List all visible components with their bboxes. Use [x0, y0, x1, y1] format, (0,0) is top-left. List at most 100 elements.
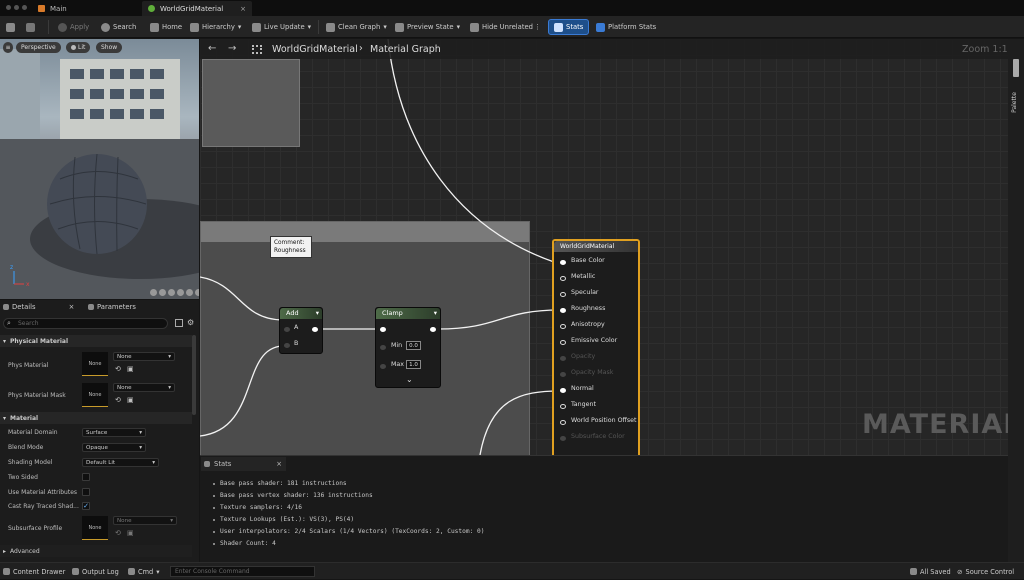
folder-icon[interactable]: ▣ — [127, 396, 134, 404]
clean-graph-button[interactable]: Clean Graph ▾ — [326, 16, 387, 38]
pin-a[interactable] — [284, 327, 290, 332]
min-value-input[interactable]: 0.0 — [406, 341, 421, 350]
cylinder-icon[interactable] — [159, 289, 166, 296]
result-pin-opacity[interactable] — [560, 356, 566, 361]
apply-button[interactable]: Apply — [58, 16, 89, 38]
result-pin-base-color[interactable] — [560, 260, 566, 265]
add-node[interactable]: Add ▾ A B — [279, 307, 323, 354]
result-node[interactable]: WorldGridMaterial Base Color Metallic Spec… — [552, 239, 640, 455]
plane-icon[interactable] — [168, 289, 175, 296]
folder-icon[interactable]: ▣ — [127, 529, 134, 537]
use-material-attributes-checkbox[interactable] — [82, 488, 90, 496]
gear-icon[interactable]: ⚙ — [187, 318, 194, 327]
result-pin-subsurface-color[interactable] — [560, 436, 566, 441]
mesh-icon[interactable] — [186, 289, 193, 296]
output-log-button[interactable]: Output Log — [72, 563, 119, 580]
max-value-input[interactable]: 1.0 — [406, 360, 421, 369]
breadcrumb-child[interactable]: Material Graph — [370, 44, 441, 55]
sphere-icon[interactable] — [150, 289, 157, 296]
subsurface-profile-thumbnail[interactable]: None — [82, 516, 108, 540]
home-button[interactable]: Home — [150, 16, 182, 38]
hierarchy-button[interactable]: Hierarchy ▾ — [190, 16, 241, 38]
search-button[interactable]: Search — [101, 16, 136, 38]
tab-main[interactable]: Main — [32, 1, 142, 16]
browse-icon[interactable] — [26, 16, 35, 38]
clamp-node[interactable]: Clamp ▾ Min 0.0 Max 1.0 ⌄ — [375, 307, 441, 388]
shading-model-dropdown[interactable]: Default Lit ▾ — [82, 458, 159, 467]
perspective-button[interactable]: Perspective — [16, 42, 61, 53]
browse-arrow-icon[interactable]: ⟲ — [115, 365, 121, 373]
folder-icon[interactable]: ▣ — [127, 365, 134, 373]
clamp-node-header[interactable]: Clamp ▾ — [376, 308, 440, 319]
palette-tab-indicator[interactable] — [1013, 59, 1019, 77]
preview-state-button[interactable]: Preview State ▾ — [395, 16, 460, 38]
result-pin-metallic[interactable] — [560, 276, 566, 281]
live-update-button[interactable]: Live Update ▾ — [252, 16, 311, 38]
add-output-pin[interactable] — [312, 327, 318, 332]
platform-stats-button[interactable]: Platform Stats — [596, 16, 656, 38]
section-material[interactable]: ▾ Material — [0, 412, 192, 424]
blend-mode-dropdown[interactable]: Opaque ▾ — [82, 443, 146, 452]
result-pin-opacity-mask[interactable] — [560, 372, 566, 377]
preview-viewport[interactable]: ≡ Perspective Lit Show z x — [0, 39, 199, 299]
palette-label[interactable]: Palette — [1011, 92, 1018, 113]
back-arrow-icon[interactable]: ← — [208, 43, 216, 54]
details-scrollbar[interactable] — [192, 335, 196, 415]
palette-sidebar[interactable]: Palette — [1008, 39, 1024, 562]
forward-arrow-icon[interactable]: → — [228, 43, 236, 54]
close-tab-icon[interactable]: × — [276, 460, 282, 468]
material-graph-canvas[interactable]: Comment: Roughness Add ▾ A B Clamp ▾ Min 0… — [200, 39, 1008, 455]
details-search-input[interactable]: ⌕ Search — [3, 318, 168, 329]
close-tab-icon[interactable]: × — [69, 303, 75, 311]
two-sided-checkbox[interactable] — [82, 473, 90, 481]
lit-button[interactable]: Lit — [66, 42, 91, 53]
max-pin[interactable] — [380, 364, 386, 369]
browse-arrow-icon[interactable]: ⟲ — [115, 529, 121, 537]
tab-details[interactable]: Details × — [3, 300, 74, 314]
result-pin-normal[interactable] — [560, 388, 566, 393]
window-control-dot[interactable] — [22, 5, 27, 10]
add-node-header[interactable]: Add ▾ — [280, 308, 322, 319]
tab-stats[interactable]: Stats × — [201, 457, 286, 471]
cube-icon[interactable] — [177, 289, 184, 296]
stats-button[interactable]: Stats — [548, 19, 590, 35]
hide-unrelated-button[interactable]: Hide Unrelated — [470, 16, 533, 38]
more-options-icon[interactable]: ⋮ — [534, 16, 541, 38]
chevron-down-icon[interactable]: ⌄ — [406, 375, 413, 384]
console-command-input[interactable]: Enter Console Command — [170, 566, 315, 577]
phys-material-dropdown[interactable]: None ▾ — [113, 352, 175, 361]
source-control-button[interactable]: ⊘ Source Control — [957, 563, 1014, 580]
menu-icon[interactable]: ≡ — [3, 42, 13, 53]
show-button[interactable]: Show — [96, 42, 123, 53]
result-node-header[interactable]: WorldGridMaterial — [554, 241, 638, 252]
result-pin-tangent[interactable] — [560, 404, 566, 409]
section-physical-material[interactable]: ▾ Physical Material — [0, 335, 192, 347]
content-drawer-button[interactable]: Content Drawer — [3, 563, 65, 580]
min-pin[interactable] — [380, 345, 386, 350]
phys-material-thumbnail[interactable]: None — [82, 352, 108, 376]
preview-shape-buttons[interactable] — [150, 289, 199, 296]
result-pin-specular[interactable] — [560, 292, 566, 297]
close-tab-icon[interactable]: × — [240, 5, 246, 13]
table-view-icon[interactable] — [175, 319, 183, 327]
clamp-output-pin[interactable] — [430, 327, 436, 332]
cast-ray-traced-checkbox[interactable]: ✓ — [82, 502, 90, 510]
teapot-icon[interactable] — [195, 289, 199, 296]
material-domain-dropdown[interactable]: Surface ▾ — [82, 428, 146, 437]
cmd-button[interactable]: Cmd ▾ — [128, 563, 160, 580]
result-pin-anisotropy[interactable] — [560, 324, 566, 329]
save-icon[interactable] — [6, 16, 15, 38]
browse-arrow-icon[interactable]: ⟲ — [115, 396, 121, 404]
tab-parameters[interactable]: Parameters — [88, 300, 136, 314]
clamp-input-pin[interactable] — [380, 327, 386, 332]
window-control-dot[interactable] — [14, 5, 19, 10]
tab-worldgridmaterial[interactable]: WorldGridMaterial × — [142, 1, 252, 16]
window-control-dot[interactable] — [6, 5, 11, 10]
phys-material-mask-dropdown[interactable]: None ▾ — [113, 383, 175, 392]
result-pin-world-position-offset[interactable] — [560, 420, 566, 425]
section-advanced[interactable]: ▸ Advanced — [0, 545, 192, 557]
breadcrumb-root[interactable]: WorldGridMaterial — [272, 44, 358, 55]
phys-material-mask-thumbnail[interactable]: None — [82, 383, 108, 407]
subsurface-profile-dropdown[interactable]: None ▾ — [113, 516, 177, 525]
result-pin-roughness[interactable] — [560, 308, 566, 313]
